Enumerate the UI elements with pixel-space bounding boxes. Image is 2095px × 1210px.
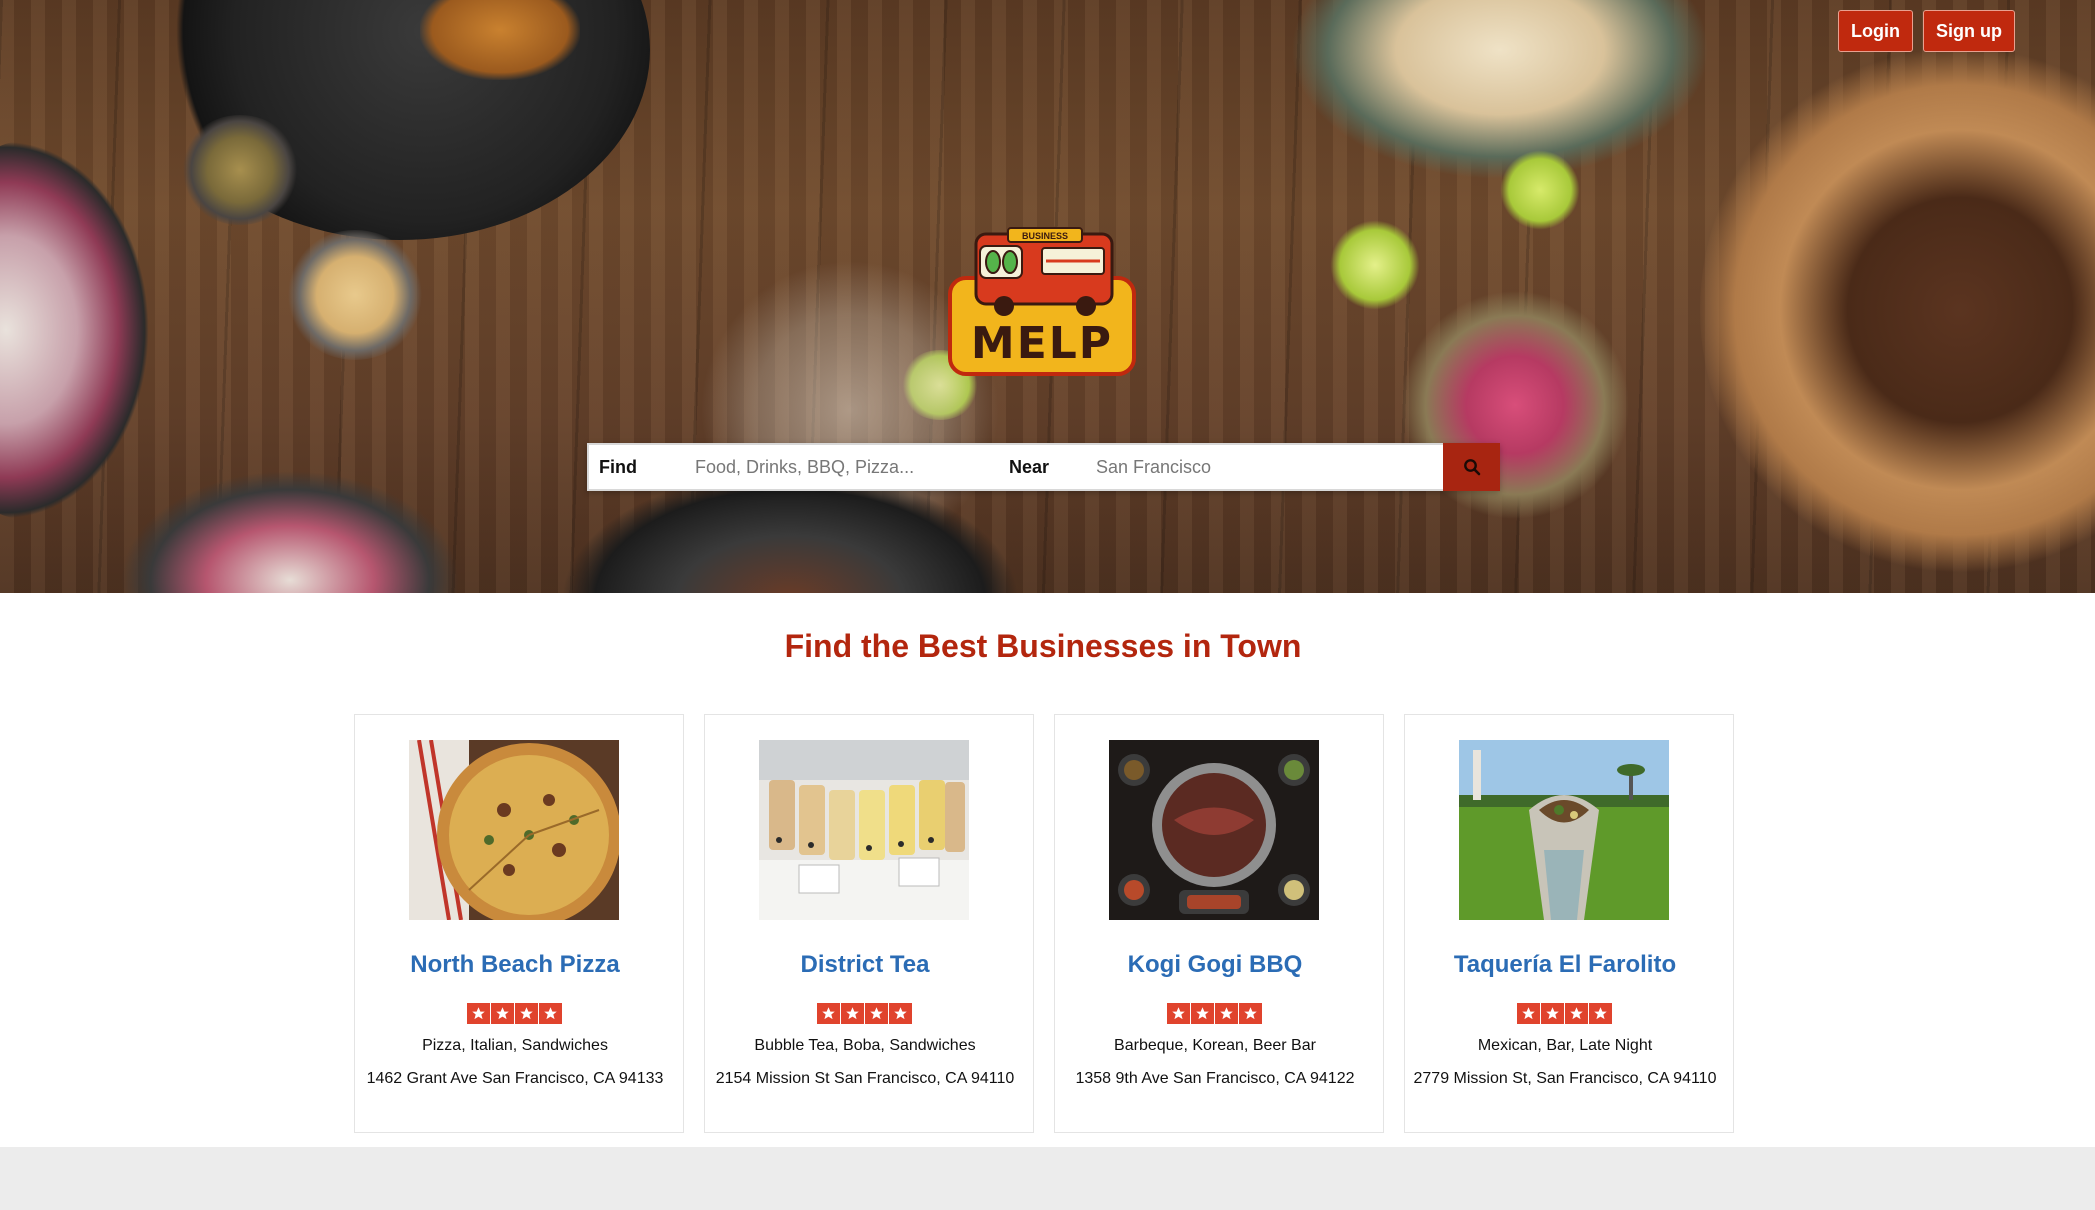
spice-bowl-image xyxy=(180,115,300,225)
star-icon xyxy=(1565,1003,1588,1024)
business-address: 2154 Mission St San Francisco, CA 94110 xyxy=(715,1070,1015,1087)
business-categories: Mexican, Bar, Late Night xyxy=(1477,1037,1653,1054)
footer xyxy=(0,1147,2095,1210)
star-icon xyxy=(817,1003,840,1024)
star-rating xyxy=(1517,1003,1612,1024)
business-photo[interactable] xyxy=(409,740,619,920)
business-address: 1358 9th Ave San Francisco, CA 94122 xyxy=(1075,1070,1355,1087)
business-categories: Barbeque, Korean, Beer Bar xyxy=(1114,1037,1316,1054)
near-label: Near xyxy=(1009,456,1050,477)
business-card: Kogi Gogi BBQ Barbeque, Korean, Beer Bar… xyxy=(1054,714,1384,1133)
cutting-board-image xyxy=(1700,40,2095,580)
star-rating xyxy=(467,1003,562,1024)
lime-image xyxy=(1330,220,1420,310)
star-icon xyxy=(1517,1003,1540,1024)
find-label: Find xyxy=(599,456,637,477)
fries-image xyxy=(420,0,580,80)
star-rating xyxy=(817,1003,912,1024)
logo-wordmark: MELP xyxy=(971,318,1113,369)
star-icon xyxy=(1167,1003,1190,1024)
login-button[interactable]: Login xyxy=(1838,10,1913,52)
business-card: Taquería El Farolito Mexican, Bar, Late … xyxy=(1404,714,1734,1133)
star-rating xyxy=(1167,1003,1262,1024)
find-input[interactable] xyxy=(695,447,995,487)
star-icon xyxy=(1215,1003,1238,1024)
business-photo[interactable] xyxy=(759,740,969,920)
star-icon xyxy=(491,1003,514,1024)
business-name[interactable]: Taquería El Farolito xyxy=(1405,951,1725,979)
star-icon xyxy=(889,1003,912,1024)
business-photo[interactable] xyxy=(1459,740,1669,920)
star-icon xyxy=(1589,1003,1612,1024)
business-name[interactable]: North Beach Pizza xyxy=(355,951,675,979)
signup-button[interactable]: Sign up xyxy=(1923,10,2015,52)
business-address: 1462 Grant Ave San Francisco, CA 94133 xyxy=(366,1070,664,1087)
tortilla-plate-image xyxy=(1290,0,1710,180)
search-button[interactable] xyxy=(1443,443,1500,491)
search-icon xyxy=(1463,459,1480,476)
lime-image xyxy=(1500,150,1580,230)
business-categories: Bubble Tea, Boba, Sandwiches xyxy=(754,1037,976,1054)
salad-bowl-image xyxy=(120,470,460,593)
star-icon xyxy=(1239,1003,1262,1024)
business-card: North Beach Pizza Pizza, Italian, Sandwi… xyxy=(354,714,684,1133)
star-icon xyxy=(841,1003,864,1024)
star-icon xyxy=(467,1003,490,1024)
business-categories: Pizza, Italian, Sandwiches xyxy=(422,1037,608,1054)
star-icon xyxy=(1191,1003,1214,1024)
business-name[interactable]: Kogi Gogi BBQ xyxy=(1055,951,1375,979)
star-icon xyxy=(865,1003,888,1024)
search-bar: Find Near xyxy=(587,443,1500,491)
business-name[interactable]: District Tea xyxy=(705,951,1025,979)
star-icon xyxy=(1541,1003,1564,1024)
hero-banner: Login Sign up BUSINESS MELP Find N xyxy=(0,0,2095,593)
business-photo[interactable] xyxy=(1109,740,1319,920)
near-input[interactable] xyxy=(1096,447,1446,487)
business-address: 2779 Mission St, San Francisco, CA 94110 xyxy=(1413,1070,1717,1087)
salad-plate-image xyxy=(0,140,150,520)
section-title: Find the Best Businesses in Town xyxy=(784,628,1302,664)
sauce-bowl-image xyxy=(285,230,425,360)
logo-badge-text: BUSINESS xyxy=(1022,231,1068,241)
melp-logo[interactable]: BUSINESS MELP xyxy=(946,226,1138,378)
star-icon xyxy=(515,1003,538,1024)
star-icon xyxy=(539,1003,562,1024)
business-card: District Tea Bubble Tea, Boba, Sandwiche… xyxy=(704,714,1034,1133)
